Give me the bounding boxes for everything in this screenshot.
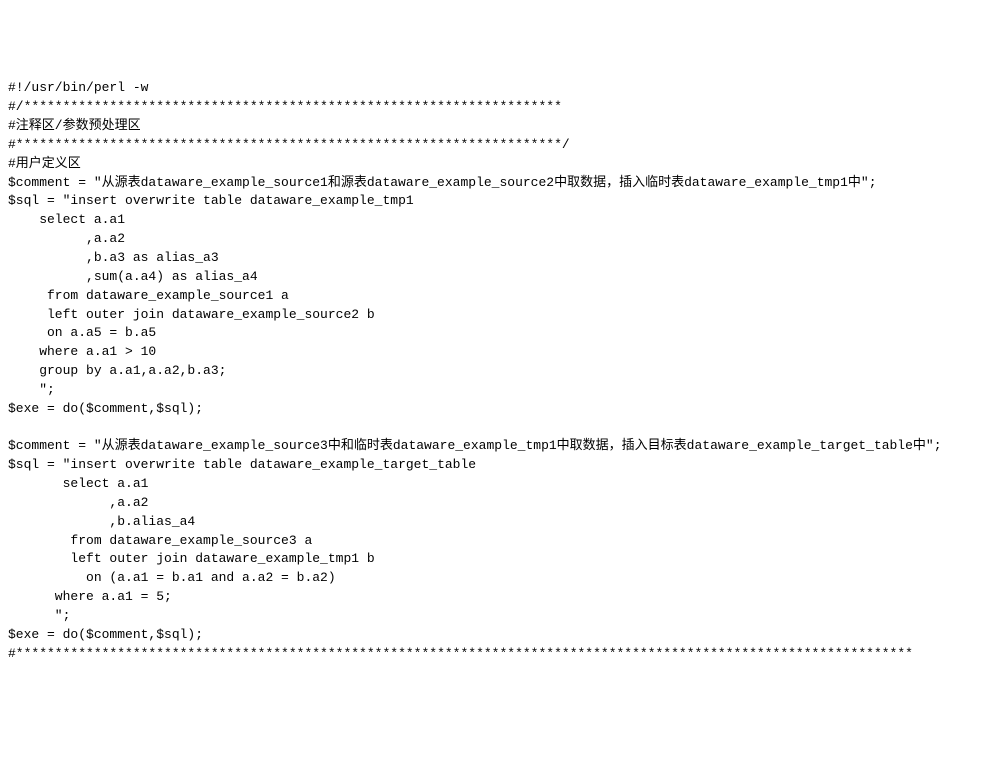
- code-line: #***************************************…: [8, 645, 992, 664]
- code-line: #用户定义区: [8, 155, 992, 174]
- code-line: select a.a1: [8, 475, 992, 494]
- code-line: left outer join dataware_example_tmp1 b: [8, 550, 992, 569]
- code-line: #注释区/参数预处理区: [8, 117, 992, 136]
- code-line: ,b.alias_a4: [8, 513, 992, 532]
- code-line: #!/usr/bin/perl -w: [8, 79, 992, 98]
- code-line: #/**************************************…: [8, 98, 992, 117]
- code-line: $comment = "从源表dataware_example_source1和…: [8, 174, 992, 193]
- code-line: on (a.a1 = b.a1 and a.a2 = b.a2): [8, 569, 992, 588]
- code-line: group by a.a1,a.a2,b.a3;: [8, 362, 992, 381]
- code-line: ,b.a3 as alias_a3: [8, 249, 992, 268]
- code-line: #***************************************…: [8, 136, 992, 155]
- code-line: ";: [8, 381, 992, 400]
- code-line: left outer join dataware_example_source2…: [8, 306, 992, 325]
- code-line: from dataware_example_source3 a: [8, 532, 992, 551]
- code-line: [8, 419, 992, 438]
- code-line: $sql = "insert overwrite table dataware_…: [8, 192, 992, 211]
- code-line: $comment = "从源表dataware_example_source3中…: [8, 437, 992, 456]
- code-line: select a.a1: [8, 211, 992, 230]
- code-line: on a.a5 = b.a5: [8, 324, 992, 343]
- code-line: ";: [8, 607, 992, 626]
- code-line: where a.a1 > 10: [8, 343, 992, 362]
- code-block: #!/usr/bin/perl -w#/********************…: [8, 79, 992, 663]
- code-line: ,sum(a.a4) as alias_a4: [8, 268, 992, 287]
- code-line: ,a.a2: [8, 494, 992, 513]
- code-line: $sql = "insert overwrite table dataware_…: [8, 456, 992, 475]
- code-line: $exe = do($comment,$sql);: [8, 400, 992, 419]
- code-line: ,a.a2: [8, 230, 992, 249]
- code-line: $exe = do($comment,$sql);: [8, 626, 992, 645]
- code-line: from dataware_example_source1 a: [8, 287, 992, 306]
- code-line: where a.a1 = 5;: [8, 588, 992, 607]
